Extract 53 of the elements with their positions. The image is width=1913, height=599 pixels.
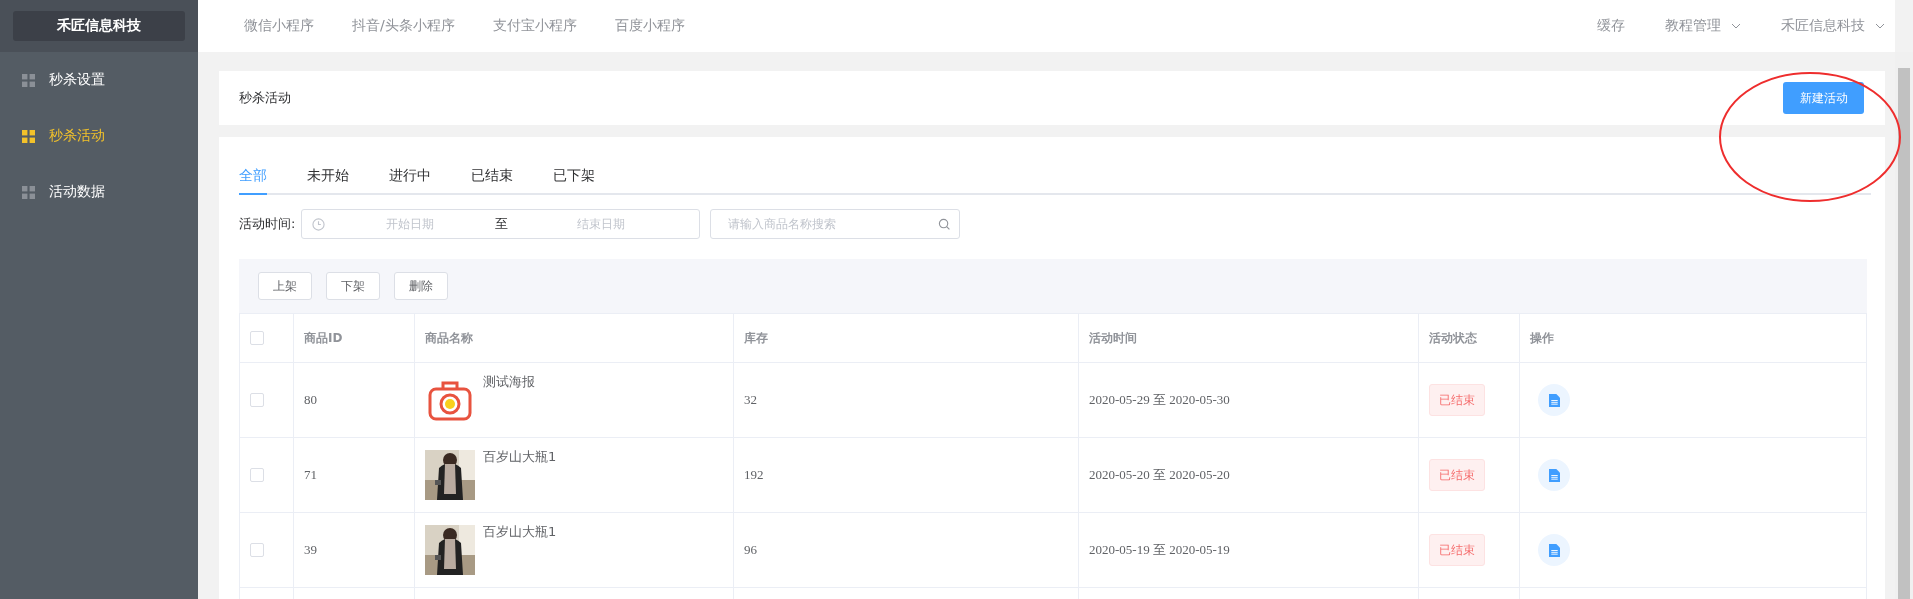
product-name: 百岁山大瓶1 bbox=[483, 523, 557, 541]
search-icon bbox=[938, 217, 952, 231]
document-icon bbox=[1548, 393, 1560, 407]
tab[interactable]: 已下架 bbox=[553, 165, 595, 195]
detail-button[interactable] bbox=[1538, 459, 1570, 491]
table-cell: 96 bbox=[744, 542, 757, 557]
clock-icon bbox=[312, 217, 326, 231]
tab[interactable]: 已结束 bbox=[471, 165, 513, 195]
bulk-action-button[interactable]: 下架 bbox=[326, 272, 380, 300]
grid-icon bbox=[22, 129, 35, 143]
detail-button[interactable] bbox=[1538, 384, 1570, 416]
column-header: 活动状态 bbox=[1429, 330, 1477, 345]
sidebar-item[interactable]: 秒杀活动 bbox=[0, 108, 198, 164]
table-cell: 39 bbox=[304, 542, 317, 557]
date-range-field[interactable]: 开始日期 至 结束日期 bbox=[301, 209, 701, 239]
table-cell: 32 bbox=[744, 392, 757, 407]
column-header: 活动时间 bbox=[1089, 330, 1137, 345]
table-cell: 2020-05-29 至 2020-05-30 bbox=[1089, 392, 1230, 407]
column-header: 库存 bbox=[744, 330, 768, 345]
table-cell: 192 bbox=[744, 467, 764, 482]
column-header: 商品名称 bbox=[425, 330, 473, 345]
checkbox[interactable] bbox=[250, 543, 264, 558]
checkbox[interactable] bbox=[250, 468, 264, 483]
range-separator: 至 bbox=[495, 215, 509, 233]
checkbox[interactable] bbox=[250, 331, 264, 346]
search-field[interactable]: 请输入商品名称搜索 bbox=[710, 209, 961, 239]
status-tag: 已结束 bbox=[1429, 534, 1485, 566]
table-cell: 80 bbox=[304, 392, 317, 407]
status-tag: 已结束 bbox=[1429, 459, 1485, 491]
grid-icon bbox=[22, 73, 35, 87]
status-tag: 已结束 bbox=[1429, 384, 1485, 416]
sidebar-item[interactable]: 秒杀设置 bbox=[0, 52, 198, 108]
brand-logo: 禾匠信息科技 bbox=[13, 11, 185, 41]
bulk-action-button[interactable]: 删除 bbox=[394, 272, 448, 300]
product-name: 百岁山大瓶1 bbox=[483, 448, 557, 466]
table-cell: 71 bbox=[304, 467, 317, 482]
document-icon bbox=[1548, 468, 1560, 482]
filter-label: 活动时间: bbox=[239, 215, 296, 233]
page-title: 秒杀活动 bbox=[239, 89, 291, 107]
scrollbar-thumb[interactable] bbox=[1898, 68, 1910, 599]
detail-button[interactable] bbox=[1538, 534, 1570, 566]
document-icon bbox=[1548, 543, 1560, 557]
grid-icon bbox=[22, 185, 35, 199]
checkbox[interactable] bbox=[250, 393, 264, 408]
tab[interactable]: 进行中 bbox=[389, 165, 431, 195]
table-cell: 2020-05-19 至 2020-05-19 bbox=[1089, 542, 1230, 557]
column-header: 商品ID bbox=[304, 330, 343, 345]
column-header: 操作 bbox=[1530, 330, 1554, 345]
table-cell: 2020-05-20 至 2020-05-20 bbox=[1089, 467, 1230, 482]
sidebar-item[interactable]: 活动数据 bbox=[0, 164, 198, 220]
tab[interactable]: 未开始 bbox=[307, 165, 349, 195]
product-name: 测试海报 bbox=[483, 373, 535, 391]
bulk-action-button[interactable]: 上架 bbox=[258, 272, 312, 300]
